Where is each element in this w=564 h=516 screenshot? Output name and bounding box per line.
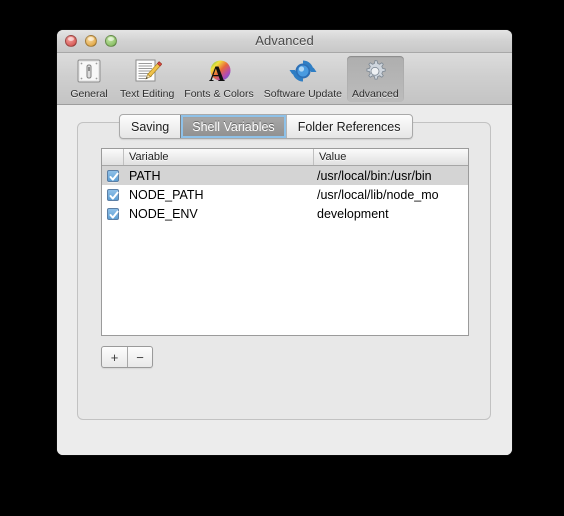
screen: Advanced General Text Editing A Fonts & … bbox=[0, 0, 564, 516]
toolbar-item-label: Advanced bbox=[351, 88, 399, 100]
toolbar-item-text-editing[interactable]: Text Editing bbox=[115, 56, 179, 102]
toolbar: General Text Editing A Fonts & Colors So… bbox=[57, 53, 512, 105]
column-header-checkbox[interactable] bbox=[102, 149, 124, 165]
tab-saving[interactable]: Saving bbox=[120, 115, 180, 138]
toolbar-item-general[interactable]: General bbox=[63, 56, 115, 102]
title-bar[interactable]: Advanced bbox=[57, 30, 512, 53]
remove-variable-button[interactable]: − bbox=[127, 347, 152, 367]
toolbar-item-label: General bbox=[70, 88, 108, 100]
cell-variable[interactable]: NODE_PATH bbox=[124, 188, 314, 202]
table-body: PATH /usr/local/bin:/usr/bin NODE_PATH /… bbox=[102, 166, 468, 223]
tab-bar: Saving Shell Variables Folder References bbox=[119, 114, 413, 139]
cell-variable[interactable]: PATH bbox=[124, 169, 314, 183]
table-row[interactable]: PATH /usr/local/bin:/usr/bin bbox=[102, 166, 468, 185]
table-row[interactable]: NODE_PATH /usr/local/lib/node_mo bbox=[102, 185, 468, 204]
checkbox-checked-icon[interactable] bbox=[107, 169, 119, 182]
toolbar-item-label: Text Editing bbox=[120, 88, 175, 100]
toolbar-item-label: Software Update bbox=[263, 88, 342, 100]
add-remove-control: + − bbox=[101, 346, 153, 368]
toolbar-item-advanced[interactable]: Advanced bbox=[346, 56, 404, 102]
tab-shell-variables[interactable]: Shell Variables bbox=[180, 115, 286, 138]
content-pane: Saving Shell Variables Folder References… bbox=[57, 105, 512, 455]
cell-value[interactable]: /usr/local/bin:/usr/bin bbox=[314, 169, 468, 183]
add-variable-button[interactable]: + bbox=[102, 347, 127, 367]
cell-variable[interactable]: NODE_ENV bbox=[124, 207, 314, 221]
toolbar-item-label: Fonts & Colors bbox=[184, 88, 254, 100]
column-header-variable[interactable]: Variable bbox=[124, 149, 314, 165]
toolbar-item-fonts-colors[interactable]: A Fonts & Colors bbox=[179, 56, 258, 102]
row-checkbox-cell[interactable] bbox=[102, 169, 124, 182]
preferences-window: Advanced General Text Editing A Fonts & … bbox=[57, 30, 512, 455]
cell-value[interactable]: /usr/local/lib/node_mo bbox=[314, 188, 468, 202]
toolbar-item-software-update[interactable]: Software Update bbox=[259, 56, 347, 102]
cell-value[interactable]: development bbox=[314, 207, 468, 221]
tab-folder-references[interactable]: Folder References bbox=[285, 115, 412, 138]
column-header-value[interactable]: Value bbox=[314, 149, 468, 165]
text-editing-icon bbox=[132, 57, 163, 87]
table-header: Variable Value bbox=[102, 149, 468, 166]
svg-text:A: A bbox=[209, 61, 225, 86]
row-checkbox-cell[interactable] bbox=[102, 188, 124, 201]
fonts-colors-icon: A bbox=[204, 57, 234, 87]
general-icon bbox=[74, 57, 104, 87]
shell-variables-table[interactable]: Variable Value PATH /usr/local/bin:/usr/… bbox=[101, 148, 469, 336]
checkbox-checked-icon[interactable] bbox=[107, 207, 119, 220]
window-title: Advanced bbox=[255, 33, 314, 48]
advanced-gear-icon bbox=[360, 57, 390, 87]
table-row[interactable]: NODE_ENV development bbox=[102, 204, 468, 223]
row-checkbox-cell[interactable] bbox=[102, 207, 124, 220]
software-update-icon bbox=[288, 57, 318, 87]
checkbox-checked-icon[interactable] bbox=[107, 188, 119, 201]
